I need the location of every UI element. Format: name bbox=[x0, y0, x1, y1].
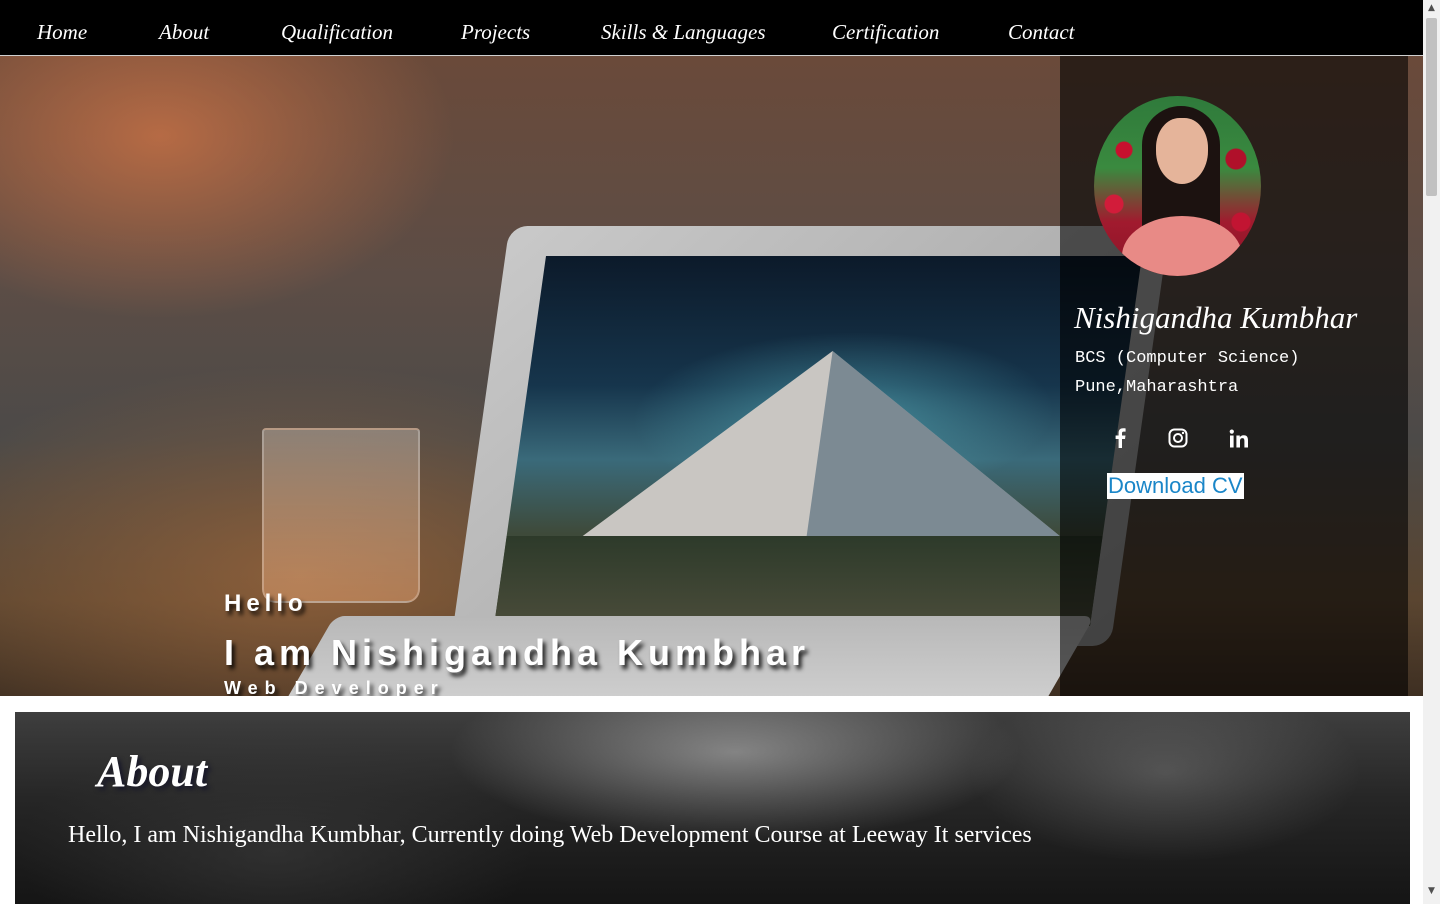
top-nav: Home About Qualification Projects Skills… bbox=[0, 0, 1423, 56]
page-scrollbar[interactable]: ▲ ▼ bbox=[1423, 0, 1440, 904]
about-section: About Hello, I am Nishigandha Kumbhar, C… bbox=[15, 712, 1410, 904]
about-text: Hello, I am Nishigandha Kumbhar, Current… bbox=[68, 822, 1032, 848]
hero-greeting: Hello bbox=[224, 590, 308, 617]
nav-projects[interactable]: Projects bbox=[461, 20, 530, 45]
nav-home[interactable]: Home bbox=[37, 20, 87, 45]
facebook-icon[interactable] bbox=[1108, 426, 1132, 450]
scroll-down-icon[interactable]: ▼ bbox=[1423, 883, 1440, 900]
scroll-thumb[interactable] bbox=[1426, 18, 1437, 196]
nav-contact[interactable]: Contact bbox=[1008, 20, 1075, 45]
instagram-icon[interactable] bbox=[1166, 426, 1190, 450]
profile-panel: Nishigandha Kumbhar BCS (Computer Scienc… bbox=[1060, 56, 1408, 696]
hero-headline: I am Nishigandha Kumbhar bbox=[224, 632, 811, 673]
nav-qualification[interactable]: Qualification bbox=[281, 20, 393, 45]
profile-name: Nishigandha Kumbhar bbox=[1074, 300, 1358, 335]
nav-certification[interactable]: Certification bbox=[832, 20, 939, 45]
nav-about[interactable]: About bbox=[159, 20, 209, 45]
about-title: About bbox=[97, 747, 208, 796]
linkedin-icon[interactable] bbox=[1227, 426, 1251, 450]
profile-degree: BCS (Computer Science) bbox=[1075, 349, 1300, 368]
download-cv-link[interactable]: Download CV bbox=[1107, 473, 1244, 499]
hero-role: Web Developer bbox=[224, 678, 445, 696]
nav-skills-languages[interactable]: Skills & Languages bbox=[601, 20, 766, 45]
avatar bbox=[1094, 96, 1261, 276]
water-glass-image bbox=[262, 428, 420, 603]
laptop-screen-image bbox=[493, 256, 1142, 626]
profile-location: Pune,Maharashtra bbox=[1075, 378, 1239, 397]
scroll-up-icon[interactable]: ▲ bbox=[1423, 0, 1440, 17]
